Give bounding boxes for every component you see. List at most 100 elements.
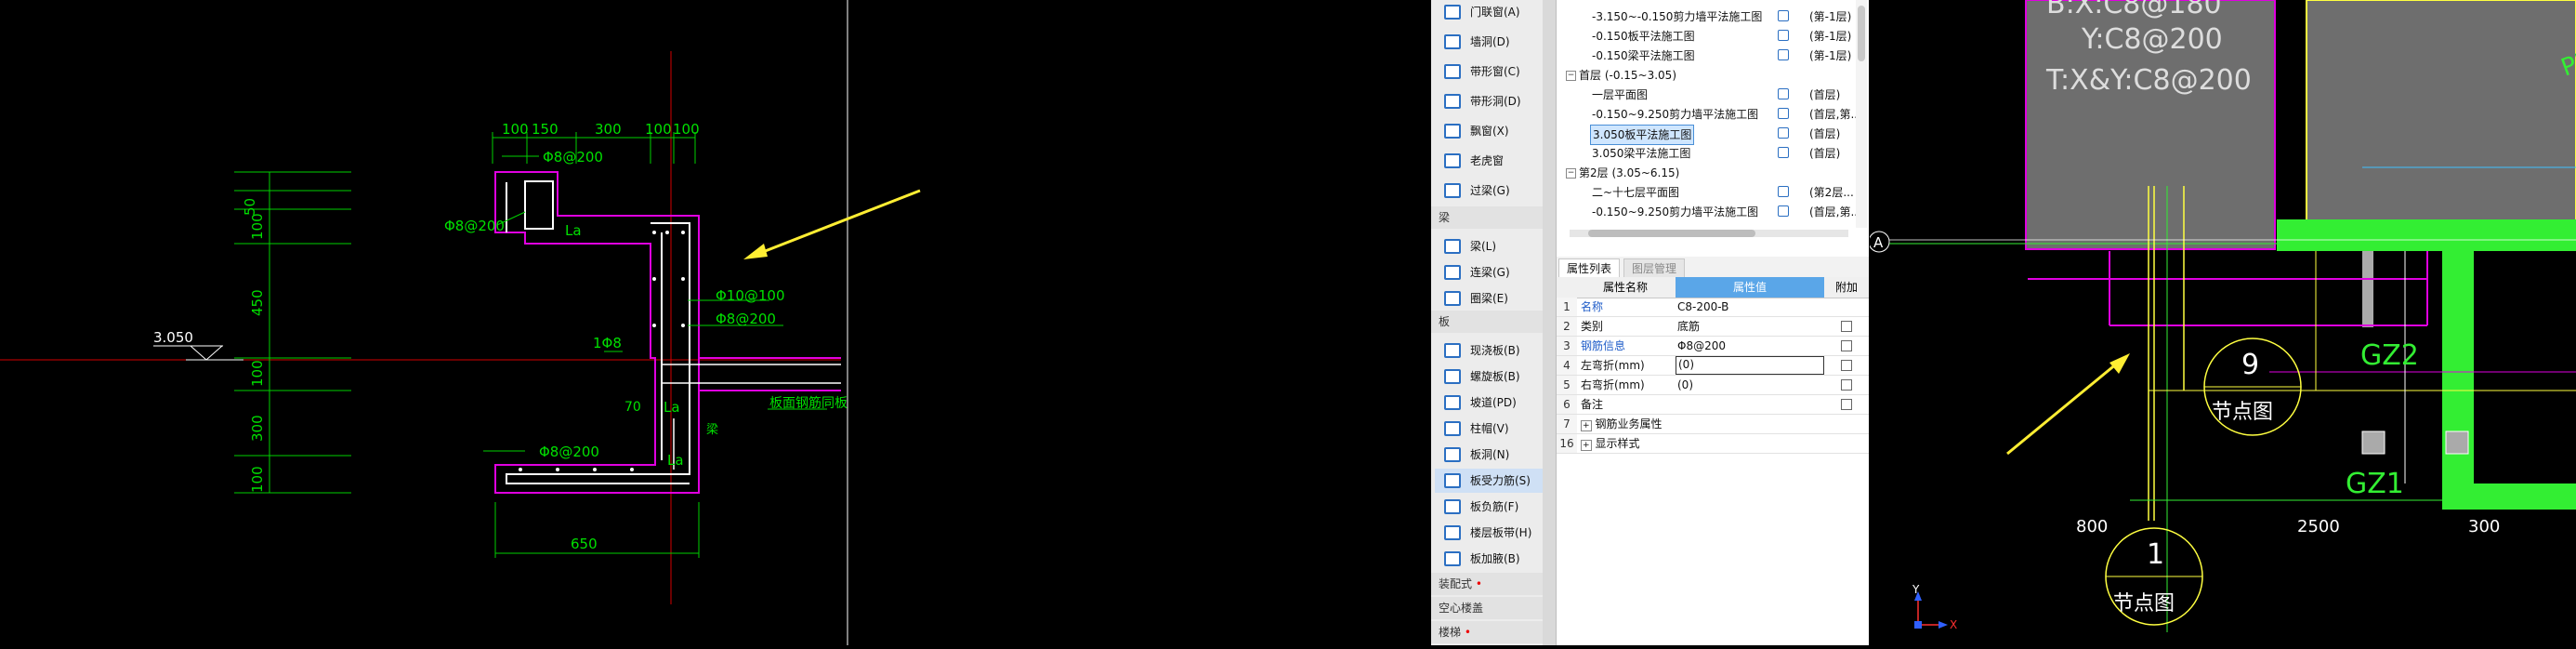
menu-item-slab[interactable]: 板负筋(F) — [1444, 495, 1518, 519]
extra-checkbox[interactable] — [1841, 321, 1852, 332]
tree-drawing-item[interactable]: -0.150板平法施工图 (第-1层) — [1557, 27, 1869, 46]
menu-item-beam[interactable]: 连梁(G) — [1444, 260, 1510, 285]
menu-category-hollow-floor[interactable]: 空心楼盖 — [1431, 597, 1555, 619]
slab-note-line-1: B:X:C8@180 — [2046, 0, 2222, 20]
tree-floor-group[interactable]: − 第2层 (3.05~6.15) — [1557, 164, 1869, 182]
tree-drawing-item[interactable]: -3.150~-0.150剪力墙平法施工图 (第-1层) — [1557, 7, 1869, 26]
menu-category-beam[interactable]: 梁 — [1431, 206, 1555, 229]
row-number: 6 — [1557, 395, 1577, 414]
collapse-icon[interactable]: − — [1566, 168, 1576, 179]
tree-drawing-item[interactable]: 3.050板平法施工图 (首层) — [1557, 125, 1869, 145]
menu-category-prefab[interactable]: 装配式 • — [1431, 573, 1555, 595]
menu-item-slab[interactable]: 柱帽(V) — [1444, 417, 1509, 441]
property-row[interactable]: 1 名称 C8-200-B — [1557, 298, 1869, 317]
lock-icon[interactable] — [1778, 10, 1789, 21]
extra-checkbox[interactable] — [1841, 360, 1852, 371]
lock-icon[interactable] — [1778, 127, 1789, 139]
property-value[interactable]: C8-200-B — [1676, 298, 1824, 316]
row-number: 3 — [1557, 337, 1577, 355]
label-one-phi8: 1Φ8 — [593, 335, 622, 351]
menu-item-label: 墙洞(D) — [1470, 35, 1510, 48]
menu-item-label: 螺旋板(B) — [1470, 370, 1520, 383]
menu-item[interactable]: 门联窗(A) — [1444, 0, 1520, 24]
menu-item-beam[interactable]: 梁(L) — [1444, 234, 1496, 258]
menu-item-beam[interactable]: 圈梁(E) — [1444, 286, 1508, 311]
row-number: 7 — [1557, 415, 1577, 433]
tree-floor-group[interactable]: − 首层 (-0.15~3.05) — [1557, 66, 1869, 85]
property-value[interactable]: Φ8@200 — [1676, 337, 1824, 355]
tab-layer-manager[interactable]: 图层管理 — [1623, 258, 1686, 278]
drawing-floor: (首层) — [1809, 127, 1841, 140]
menu-item[interactable]: 飘窗(X) — [1444, 119, 1509, 143]
property-value[interactable]: (0) — [1676, 356, 1824, 375]
tree-drawing-item[interactable]: -0.150~9.250剪力墙平法施工图 (首层,第... — [1557, 203, 1869, 221]
tree-drawing-item[interactable]: 一层平面图 (首层) — [1557, 86, 1869, 104]
dim-top-5: 100 — [673, 121, 700, 138]
property-value[interactable]: (0) — [1676, 376, 1824, 394]
extra-checkbox[interactable] — [1841, 340, 1852, 351]
lock-icon[interactable] — [1778, 205, 1789, 217]
collapse-icon[interactable]: − — [1566, 71, 1576, 81]
property-value[interactable]: 底筋 — [1676, 317, 1824, 336]
menu-item-slab[interactable]: 坡道(PD) — [1444, 391, 1517, 415]
menu-item-slab[interactable]: 楼层板带(H) — [1444, 521, 1531, 545]
menu-item-slab[interactable]: 板受力筋(S) — [1435, 469, 1554, 493]
tree-drawing-item[interactable]: -0.150~9.250剪力墙平法施工图 (首层,第... — [1557, 105, 1869, 124]
tree-horizontal-scrollbar[interactable] — [1570, 230, 1848, 237]
wall-vertical — [2442, 251, 2474, 510]
menu-item-slab[interactable]: 板洞(N) — [1444, 443, 1509, 467]
plan-drawing: B:X:C8@180 Y:C8@200 T:X&Y:C8@200 PLE A G… — [1868, 0, 2576, 632]
lock-icon[interactable] — [1778, 88, 1789, 99]
menu-item[interactable]: 老虎窗 — [1444, 149, 1504, 173]
panel-splitter[interactable] — [1543, 0, 1556, 645]
lock-icon[interactable] — [1778, 186, 1789, 197]
menu-item-slab[interactable]: 现浇板(B) — [1444, 338, 1520, 363]
menu-item[interactable]: 带形洞(D) — [1444, 89, 1521, 113]
property-row[interactable]: 3 钢筋信息 Φ8@200 — [1557, 337, 1869, 356]
menu-item-label: 过梁(G) — [1470, 184, 1510, 197]
property-row[interactable]: 16 + 显示样式 — [1557, 434, 1869, 454]
menu-category-stairs[interactable]: 楼梯 • — [1431, 621, 1555, 643]
drawing-name: 3.050板平法施工图 — [1590, 125, 1695, 145]
menu-item[interactable]: 带形窗(C) — [1444, 60, 1520, 84]
annotation-arrow-left — [750, 189, 921, 258]
menu-item-label: 带形窗(C) — [1470, 65, 1520, 78]
tree-vertical-scrollbar[interactable] — [1856, 0, 1867, 228]
dim-top-4: 100 — [645, 121, 672, 138]
menu-item[interactable]: 墙洞(D) — [1444, 30, 1510, 54]
property-row[interactable]: 4 左弯折(mm) (0) — [1557, 356, 1869, 376]
property-row[interactable]: 6 备注 — [1557, 395, 1869, 415]
lock-icon[interactable] — [1778, 49, 1789, 60]
menu-item-label: 圈梁(E) — [1470, 292, 1508, 305]
property-name[interactable]: + 显示样式 — [1581, 434, 1670, 455]
drawing-name: -0.150~9.250剪力墙平法施工图 — [1592, 108, 1759, 121]
property-row[interactable]: 7 + 钢筋业务属性 — [1557, 415, 1869, 434]
slab-icon — [1444, 421, 1461, 436]
extra-checkbox[interactable] — [1841, 379, 1852, 391]
cad-canvas-left[interactable]: 100 150 300 100 100 50 100 450 100 300 1… — [0, 0, 1431, 645]
property-row[interactable]: 2 类别 底筋 — [1557, 317, 1869, 337]
extra-checkbox[interactable] — [1841, 399, 1852, 410]
floor-group-label: 第2层 (3.05~6.15) — [1579, 166, 1680, 179]
tab-property-list[interactable]: 属性列表 — [1558, 258, 1621, 278]
lock-icon[interactable] — [1778, 147, 1789, 158]
menu-category-slab[interactable]: 板 — [1431, 311, 1555, 333]
property-name[interactable]: + 钢筋业务属性 — [1581, 415, 1670, 435]
menu-item-slab[interactable]: 螺旋板(B) — [1444, 364, 1520, 389]
ucs-x-label: X — [1950, 618, 1957, 631]
dim-side-5: 300 — [249, 415, 266, 442]
lock-icon[interactable] — [1778, 108, 1789, 119]
tree-drawing-item[interactable]: 二~十七层平面图 (第2层... — [1557, 183, 1869, 202]
tree-drawing-item[interactable]: -0.150梁平法施工图 (第-1层) — [1557, 46, 1869, 65]
label-rebar-left: Φ8@200 — [444, 218, 505, 234]
cad-canvas-right[interactable]: B:X:C8@180 Y:C8@200 T:X&Y:C8@200 PLE A G… — [1868, 0, 2576, 645]
menu-item-label: 门联窗(A) — [1470, 6, 1520, 19]
label-la-mid: La — [664, 399, 680, 416]
property-row[interactable]: 5 右弯折(mm) (0) — [1557, 376, 1869, 395]
menu-item[interactable]: 过梁(G) — [1444, 179, 1510, 203]
tree-drawing-item[interactable]: 3.050梁平法施工图 (首层) — [1557, 144, 1869, 163]
axis-label-a: A — [1873, 234, 1884, 251]
ucs-icon — [1914, 591, 1948, 629]
lock-icon[interactable] — [1778, 30, 1789, 41]
menu-item-slab[interactable]: 板加腋(B) — [1444, 547, 1520, 571]
